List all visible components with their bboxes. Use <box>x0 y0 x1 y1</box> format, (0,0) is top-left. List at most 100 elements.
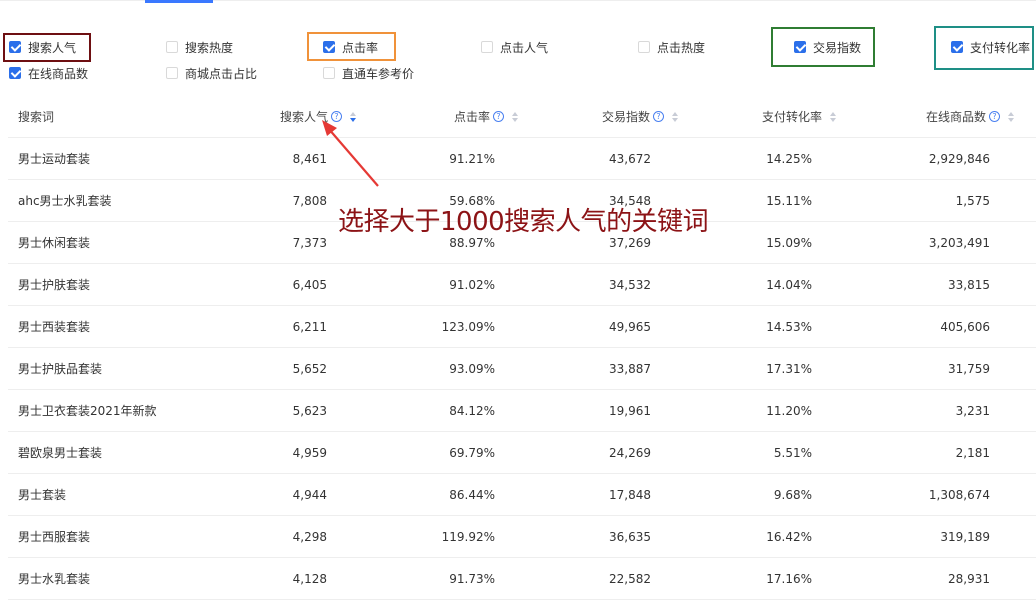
cell-online-products: 2,929,846 <box>928 151 990 166</box>
cell-keyword[interactable]: 男士套装 <box>18 474 66 515</box>
cell-trade-index: 36,635 <box>609 529 651 544</box>
checkbox-unchecked-icon[interactable] <box>481 41 493 53</box>
header-trade-index[interactable]: 交易指数 ? <box>602 96 678 137</box>
checkbox-checked-icon[interactable] <box>9 67 21 79</box>
header-online-products[interactable]: 在线商品数 ? <box>926 96 1014 137</box>
cell-online-products: 1,575 <box>955 193 990 208</box>
cell-pay-conversion: 14.53% <box>766 319 812 334</box>
checkbox-unchecked-icon[interactable] <box>323 67 335 79</box>
cell-keyword[interactable]: 男士西服套装 <box>18 516 90 557</box>
cell-keyword[interactable]: 男士西装套装 <box>18 306 90 347</box>
header-keyword: 搜索词 <box>18 110 55 124</box>
cell-click-rate: 93.09% <box>449 361 495 376</box>
cell-click-rate: 91.21% <box>449 151 495 166</box>
cell-trade-index: 22,582 <box>609 571 651 586</box>
cell-trade-index: 34,532 <box>609 277 651 292</box>
annotation-arrow-icon <box>322 120 379 187</box>
cell-keyword[interactable]: 男士水乳套装 <box>18 558 90 599</box>
highlight-box-trade-index <box>771 27 875 67</box>
table-row[interactable]: 男士护肤套装 6,405 91.02% 34,532 14.04% 33,815 <box>8 264 1036 306</box>
cell-online-products: 2,181 <box>955 445 990 460</box>
header-click-rate[interactable]: 点击率 ? <box>454 96 518 137</box>
filter-search-heat[interactable]: 搜索热度 <box>166 38 233 56</box>
cell-click-rate: 91.02% <box>449 277 495 292</box>
cell-trade-index: 17,848 <box>609 487 651 502</box>
header-pay-conversion[interactable]: 支付转化率 <box>762 96 836 137</box>
header-label: 点击率 <box>453 110 490 124</box>
filter-online-products[interactable]: 在线商品数 <box>9 64 88 82</box>
cell-online-products: 3,231 <box>955 403 990 418</box>
help-icon[interactable]: ? <box>653 111 664 122</box>
sort-icon[interactable] <box>512 111 518 122</box>
cell-click-rate: 69.79% <box>449 445 495 460</box>
filter-label: 商城点击占比 <box>185 66 258 81</box>
cell-pay-conversion: 17.31% <box>766 361 812 376</box>
filter-label: 在线商品数 <box>28 66 89 81</box>
cell-search-popularity: 6,211 <box>292 319 327 334</box>
keyword-table: 搜索词 搜索人气 ? 点击率 ? 交易指数 ? 支付转化率 在线商品数 ? 男士… <box>8 96 1036 600</box>
cell-trade-index: 33,887 <box>609 361 651 376</box>
cell-online-products: 1,308,674 <box>928 487 990 502</box>
table-row[interactable]: 碧欧泉男士套装 4,959 69.79% 24,269 5.51% 2,181 <box>8 432 1036 474</box>
highlight-box-pay-conversion <box>934 26 1034 70</box>
arrow-shaft <box>327 127 379 187</box>
annotation-text: 选择大于1000搜索人气的关键词 <box>338 207 709 237</box>
cell-search-popularity: 5,623 <box>292 403 327 418</box>
cell-keyword[interactable]: 男士运动套装 <box>18 138 90 179</box>
cell-keyword[interactable]: 男士护肤品套装 <box>18 348 102 389</box>
checkbox-unchecked-icon[interactable] <box>166 41 178 53</box>
filter-label: 搜索热度 <box>185 40 234 55</box>
cell-search-popularity: 7,373 <box>292 235 327 250</box>
cell-click-rate: 91.73% <box>449 571 495 586</box>
cell-click-rate: 84.12% <box>449 403 495 418</box>
table-row[interactable]: 男士套装 4,944 86.44% 17,848 9.68% 1,308,674 <box>8 474 1036 516</box>
filter-ztc-reference-price[interactable]: 直通车参考价 <box>323 64 414 82</box>
cell-search-popularity: 4,298 <box>292 529 327 544</box>
header-label: 在线商品数 <box>925 110 986 124</box>
help-icon[interactable]: ? <box>493 111 504 122</box>
cell-pay-conversion: 16.42% <box>766 529 812 544</box>
cell-pay-conversion: 15.11% <box>766 193 812 208</box>
cell-pay-conversion: 14.25% <box>766 151 812 166</box>
cell-pay-conversion: 15.09% <box>766 235 812 250</box>
table-row[interactable]: 男士西服套装 4,298 119.92% 36,635 16.42% 319,189 <box>8 516 1036 558</box>
table-row[interactable]: 男士西装套装 6,211 123.09% 49,965 14.53% 405,606 <box>8 306 1036 348</box>
checkbox-unchecked-icon[interactable] <box>166 67 178 79</box>
cell-online-products: 31,759 <box>948 361 990 376</box>
header-label: 支付转化率 <box>761 110 822 124</box>
highlight-box-click-rate <box>307 32 396 61</box>
cell-keyword[interactable]: ahc男士水乳套装 <box>18 180 112 221</box>
checkbox-unchecked-icon[interactable] <box>638 41 650 53</box>
cell-pay-conversion: 9.68% <box>773 487 812 502</box>
highlight-box-search-popularity <box>3 33 91 62</box>
table-row[interactable]: 男士卫衣套装2021年新款 5,623 84.12% 19,961 11.20% 3,23… <box>8 390 1036 432</box>
filter-label: 点击热度 <box>657 40 706 55</box>
sort-icon[interactable] <box>830 111 836 122</box>
cell-online-products: 3,203,491 <box>928 235 990 250</box>
cell-click-rate: 119.92% <box>441 529 495 544</box>
cell-search-popularity: 5,652 <box>292 361 327 376</box>
help-icon[interactable]: ? <box>989 111 1000 122</box>
cell-search-popularity: 4,944 <box>292 487 327 502</box>
cell-trade-index: 19,961 <box>609 403 651 418</box>
cell-online-products: 405,606 <box>940 319 990 334</box>
active-tab-indicator <box>145 0 213 3</box>
cell-pay-conversion: 14.04% <box>766 277 812 292</box>
cell-online-products: 319,189 <box>940 529 990 544</box>
filter-mall-click-share[interactable]: 商城点击占比 <box>166 64 257 82</box>
cell-keyword[interactable]: 男士护肤套装 <box>18 264 90 305</box>
sort-icon[interactable] <box>672 111 678 122</box>
cell-search-popularity: 4,959 <box>292 445 327 460</box>
table-row[interactable]: 男士护肤品套装 5,652 93.09% 33,887 17.31% 31,759 <box>8 348 1036 390</box>
header-label: 交易指数 <box>601 110 650 124</box>
table-row[interactable]: 男士运动套装 8,461 91.21% 43,672 14.25% 2,929,846 <box>8 138 1036 180</box>
cell-keyword[interactable]: 男士休闲套装 <box>18 222 90 263</box>
cell-trade-index: 24,269 <box>609 445 651 460</box>
cell-trade-index: 43,672 <box>609 151 651 166</box>
table-row[interactable]: 男士水乳套装 4,128 91.73% 22,582 17.16% 28,931 <box>8 558 1036 600</box>
cell-keyword[interactable]: 男士卫衣套装2021年新款 <box>18 390 157 431</box>
filter-click-popularity[interactable]: 点击人气 <box>481 38 548 56</box>
cell-keyword[interactable]: 碧欧泉男士套装 <box>18 432 102 473</box>
filter-click-heat[interactable]: 点击热度 <box>638 38 705 56</box>
sort-icon[interactable] <box>1008 111 1014 122</box>
